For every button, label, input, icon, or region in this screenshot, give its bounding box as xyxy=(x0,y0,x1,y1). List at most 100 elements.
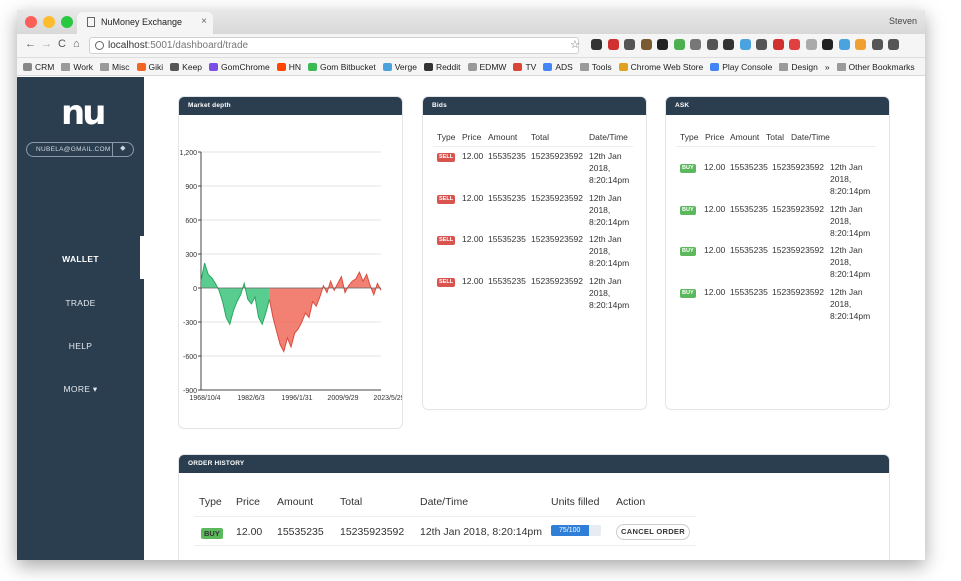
sidebar-item-wallet[interactable]: WALLET xyxy=(17,254,144,264)
browser-extension-icon[interactable] xyxy=(822,39,833,50)
browser-extension-icon[interactable] xyxy=(624,39,635,50)
y-tick-label: 300 xyxy=(185,252,197,259)
bookmark-star-icon[interactable]: ☆ xyxy=(570,38,580,51)
amount-cell: 15535235 xyxy=(730,286,768,297)
back-icon[interactable]: ← xyxy=(25,38,36,50)
datetime-cell: 12th Jan xyxy=(589,151,622,161)
bookmark-item[interactable]: Reddit xyxy=(423,62,461,72)
column-header: Action xyxy=(616,496,646,508)
logo[interactable]: nu xyxy=(61,93,106,133)
other-bookmarks[interactable]: Other Bookmarks xyxy=(836,61,915,72)
datetime-cell: 8:20:14pm xyxy=(589,258,630,268)
datetime-cell: 8:20:14pm xyxy=(589,299,630,310)
column-header: Total xyxy=(531,132,549,142)
x-tick-label: 2009/9/29 xyxy=(327,395,358,402)
notification-bell-icon[interactable]: ◆ xyxy=(112,143,133,156)
browser-tab[interactable]: NuMoney Exchange × xyxy=(77,12,213,34)
table-row[interactable]: SELL 12.00 15535235 15235923592 12th Jan 2018… xyxy=(423,192,646,234)
bids-card: Bids Type Price Amount Total Date/Time SELL 12… xyxy=(422,96,647,410)
bookmark-item[interactable]: ADS xyxy=(543,62,573,72)
bookmark-item[interactable]: Design xyxy=(779,62,818,72)
reload-icon[interactable]: C xyxy=(58,38,66,50)
sidebar-item-help[interactable]: HELP xyxy=(17,341,144,351)
browser-extension-icon[interactable] xyxy=(871,39,883,50)
folder-icon xyxy=(100,62,110,71)
table-row[interactable]: SELL 12.00 15535235 15235923592 12th Jan 2018… xyxy=(423,275,646,317)
browser-extension-icon[interactable] xyxy=(772,39,784,50)
x-tick-label: 1968/10/4 xyxy=(189,395,220,402)
bookmark-label: Gom Bitbucket xyxy=(319,61,376,72)
amount-cell: 15535235 xyxy=(488,151,526,161)
bookmark-item[interactable]: GomChrome xyxy=(209,62,270,72)
site-favicon-icon xyxy=(23,62,32,71)
column-header: Price xyxy=(462,132,482,142)
cancel-order-button[interactable]: CANCEL ORDER xyxy=(616,524,690,540)
table-row[interactable]: BUY 12.00 15535235 15235923592 12th Jan 2018,… xyxy=(666,286,889,328)
browser-extension-icon[interactable] xyxy=(591,39,602,50)
info-icon[interactable] xyxy=(95,41,104,50)
price-cell: 12.00 xyxy=(462,275,484,286)
maximize-window-button[interactable] xyxy=(61,16,73,28)
bookmark-label: Misc xyxy=(112,61,130,72)
y-tick-label: -300 xyxy=(183,320,197,327)
table-row[interactable]: BUY 12.00 15535235 15235923592 12th Jan 2018,… xyxy=(666,161,889,203)
bookmark-item[interactable]: Verge xyxy=(382,62,417,72)
bookmark-item[interactable]: Keep xyxy=(170,62,202,72)
site-favicon-icon xyxy=(513,62,523,71)
tab-close-icon[interactable]: × xyxy=(201,16,207,27)
close-window-button[interactable] xyxy=(25,16,37,28)
y-tick-label: -600 xyxy=(183,354,197,361)
browser-extension-icon[interactable] xyxy=(888,39,899,50)
browser-extension-icon[interactable] xyxy=(706,39,718,50)
bookmark-item[interactable]: Work xyxy=(61,62,93,72)
bookmark-item[interactable]: Gom Bitbucket xyxy=(307,61,376,72)
bookmarks-overflow-button[interactable]: » xyxy=(825,62,830,72)
price-cell: 12.00 xyxy=(462,151,484,161)
address-bar[interactable]: localhost:5001/dashboard/trade xyxy=(89,37,579,54)
bookmark-item[interactable]: Misc xyxy=(100,61,130,72)
table-row[interactable]: BUY 12.00 15535235 15235923592 12th Jan 2018,… xyxy=(666,203,889,245)
title-bar: NuMoney Exchange × Steven xyxy=(17,10,925,34)
bookmark-item[interactable]: TV xyxy=(513,62,536,72)
home-icon[interactable]: ⌂ xyxy=(73,38,80,50)
bookmark-item[interactable]: EDMW xyxy=(467,62,506,72)
bookmark-item[interactable]: Giki xyxy=(136,62,163,72)
bookmark-item[interactable]: Tools xyxy=(579,62,612,72)
browser-extension-icon[interactable] xyxy=(805,39,817,50)
forward-icon[interactable]: → xyxy=(41,38,52,50)
browser-extension-icon[interactable] xyxy=(640,39,652,50)
bookmark-item[interactable]: Play Console xyxy=(710,62,772,72)
other-bookmarks-label: Other Bookmarks xyxy=(848,61,915,72)
browser-extension-icon[interactable] xyxy=(838,39,850,50)
table-row[interactable]: SELL 12.00 15535235 15235923592 12th Jan 2018… xyxy=(423,233,646,275)
account-email-pill[interactable]: NUBELA@GMAIL.COM ◆ xyxy=(26,142,134,157)
type-badge: SELL xyxy=(437,236,456,245)
browser-extension-icon[interactable] xyxy=(855,39,866,50)
profile-name[interactable]: Steven xyxy=(889,16,917,26)
bookmark-item[interactable]: CRM xyxy=(23,62,54,72)
sidebar-item-more[interactable]: MORE ▾ xyxy=(17,384,144,395)
minimize-window-button[interactable] xyxy=(43,16,55,28)
browser-extension-icon[interactable] xyxy=(723,39,734,50)
browser-extension-icon[interactable] xyxy=(690,39,701,50)
browser-extension-icon[interactable] xyxy=(607,39,619,50)
price-cell: 12.00 xyxy=(462,234,484,244)
units-filled-label: 75/100 xyxy=(551,525,589,536)
bookmark-item[interactable]: HN xyxy=(276,62,301,72)
type-badge: BUY xyxy=(680,247,696,256)
browser-extension-icon[interactable] xyxy=(756,39,767,50)
datetime-cell: 2018, xyxy=(589,163,611,173)
bookmark-item[interactable]: Chrome Web Store xyxy=(618,62,703,72)
price-cell: 12.00 xyxy=(704,245,726,255)
browser-extension-icon[interactable] xyxy=(789,39,800,50)
browser-extension-icon[interactable] xyxy=(657,39,668,50)
column-header: Date/Time xyxy=(420,496,469,508)
column-header: Amount xyxy=(277,496,314,508)
browser-extension-icon[interactable] xyxy=(673,39,685,50)
order-history-title: ORDER HISTORY xyxy=(179,455,889,473)
column-header: Price xyxy=(705,132,725,142)
table-row[interactable]: BUY 12.00 15535235 15235923592 12th Jan 2018,… xyxy=(666,244,889,286)
table-row[interactable]: SELL 12.00 15535235 15235923592 12th Jan 2018… xyxy=(423,150,646,192)
browser-extension-icon[interactable] xyxy=(739,39,751,50)
sidebar-item-trade[interactable]: TRADE xyxy=(17,298,144,308)
